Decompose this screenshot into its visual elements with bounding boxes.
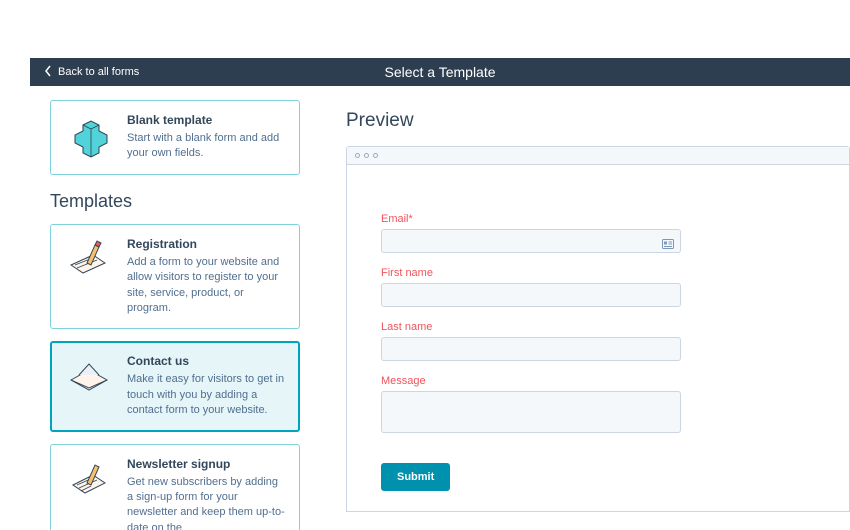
card-desc: Make it easy for visitors to get in touc… [127, 372, 285, 418]
plus-block-icon [65, 113, 113, 161]
last-name-label: Last name [381, 321, 815, 333]
card-title: Registration [127, 237, 285, 251]
submit-button[interactable]: Submit [381, 463, 450, 491]
card-desc: Get new subscribers by adding a sign-up … [127, 475, 285, 530]
preview-form: Email* First name Last name [347, 165, 849, 511]
window-dot-icon [355, 153, 360, 158]
email-field[interactable] [381, 229, 681, 253]
email-label: Email* [381, 213, 815, 225]
template-card-blank[interactable]: Blank template Start with a blank form a… [50, 100, 300, 175]
chevron-left-icon [44, 65, 52, 80]
card-desc: Start with a blank form and add your own… [127, 131, 285, 162]
message-label: Message [381, 375, 815, 387]
top-bar: Back to all forms Select a Template [30, 58, 850, 86]
clipboard-pen-icon [65, 237, 113, 285]
newspaper-pen-icon [65, 457, 113, 505]
browser-chrome [347, 147, 849, 165]
page-title: Select a Template [384, 64, 495, 80]
template-card-registration[interactable]: Registration Add a form to your website … [50, 224, 300, 330]
card-desc: Add a form to your website and allow vis… [127, 255, 285, 317]
back-button[interactable]: Back to all forms [30, 65, 139, 80]
message-field[interactable] [381, 391, 681, 433]
preview-pane: Preview Email* [330, 86, 850, 530]
preview-heading: Preview [346, 110, 850, 132]
contact-card-icon [662, 236, 674, 246]
first-name-field[interactable] [381, 283, 681, 307]
back-label: Back to all forms [58, 66, 139, 78]
card-title: Contact us [127, 354, 285, 368]
envelope-icon [65, 354, 113, 402]
template-card-newsletter[interactable]: Newsletter signup Get new subscribers by… [50, 444, 300, 530]
window-dot-icon [373, 153, 378, 158]
preview-browser: Email* First name Last name [346, 146, 850, 512]
card-title: Blank template [127, 113, 285, 127]
last-name-field[interactable] [381, 337, 681, 361]
sidebar: Blank template Start with a blank form a… [30, 86, 330, 530]
first-name-label: First name [381, 267, 815, 279]
templates-heading: Templates [50, 191, 300, 212]
template-card-contact-us[interactable]: Contact us Make it easy for visitors to … [50, 341, 300, 431]
window-dot-icon [364, 153, 369, 158]
card-title: Newsletter signup [127, 457, 285, 471]
